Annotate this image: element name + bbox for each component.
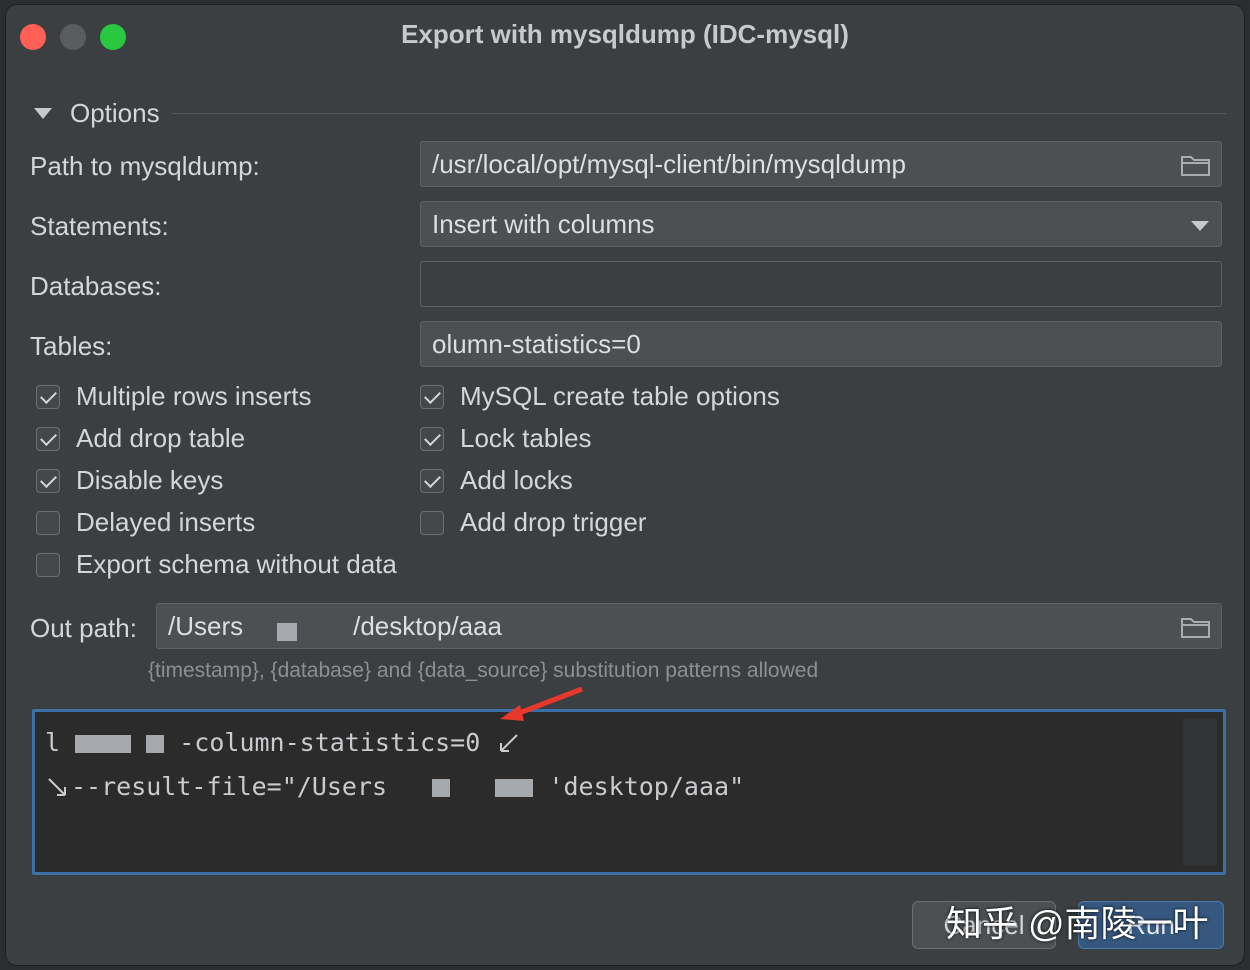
checkbox-label: Export schema without data: [76, 549, 397, 580]
checkbox-box[interactable]: [420, 469, 444, 493]
tables-field[interactable]: olumn-statistics=0: [420, 321, 1222, 367]
watermark: 知乎 @南陵一叶: [946, 895, 1209, 947]
title-bar[interactable]: Export with mysqldump (IDC-mysql): [6, 5, 1244, 61]
section-divider: [172, 113, 1226, 114]
checkbox-box[interactable]: [420, 385, 444, 409]
checkbox-add-locks[interactable]: Add locks: [420, 465, 573, 496]
checkbox-lock-tables[interactable]: Lock tables: [420, 423, 592, 454]
tables-label: Tables:: [30, 331, 112, 362]
wrap-arrow-icon: [45, 775, 71, 801]
statements-label: Statements:: [30, 211, 169, 242]
checkbox-box[interactable]: [420, 427, 444, 451]
out-path-prefix: /Users: [168, 611, 243, 641]
databases-field[interactable]: [420, 261, 1222, 307]
command-line-2-suffix: 'desktop/aaa": [548, 772, 744, 801]
out-path-suffix: /desktop/aaa: [353, 611, 502, 641]
checkbox-box[interactable]: [36, 385, 60, 409]
checkbox-export-schema-without-data[interactable]: Export schema without data: [36, 549, 397, 580]
command-line-2-text: --result-file="/Users: [71, 772, 387, 801]
redacted-text: [75, 735, 131, 753]
wrap-arrow-icon: [495, 731, 521, 757]
redacted-text: [495, 779, 533, 797]
statements-select[interactable]: Insert with columns: [420, 201, 1222, 247]
checkbox-delayed-inserts[interactable]: Delayed inserts: [36, 507, 255, 538]
redacted-text: [432, 779, 450, 797]
checkbox-add-drop-trigger[interactable]: Add drop trigger: [420, 507, 646, 538]
checkbox-multiple-rows-inserts[interactable]: Multiple rows inserts: [36, 381, 312, 412]
options-label: Options: [70, 98, 160, 129]
redacted-text: [146, 735, 164, 753]
checkbox-box[interactable]: [36, 511, 60, 535]
checkbox-box[interactable]: [36, 427, 60, 451]
path-label: Path to mysqldump:: [30, 151, 260, 182]
checkbox-mysql-create-table-options[interactable]: MySQL create table options: [420, 381, 780, 412]
checkbox-label: Add drop trigger: [460, 507, 646, 538]
checkbox-add-drop-table[interactable]: Add drop table: [36, 423, 245, 454]
out-path-hint: {timestamp}, {database} and {data_source…: [148, 659, 818, 683]
chevron-down-icon[interactable]: [1191, 221, 1209, 231]
checkbox-label: Add drop table: [76, 423, 245, 454]
redacted-username: [243, 608, 353, 648]
databases-label: Databases:: [30, 271, 162, 302]
collapse-triangle-icon[interactable]: [34, 108, 52, 119]
command-line-1-text: -column-statistics=0: [164, 728, 480, 757]
checkbox-label: Delayed inserts: [76, 507, 255, 538]
annotation-arrow-icon: [496, 685, 592, 725]
checkbox-label: Lock tables: [460, 423, 592, 454]
mysqldump-path-value: /usr/local/opt/mysql-client/bin/mysqldum…: [432, 149, 906, 179]
scrollbar[interactable]: [1183, 718, 1217, 866]
window-title: Export with mysqldump (IDC-mysql): [6, 19, 1244, 50]
checkbox-label: Disable keys: [76, 465, 223, 496]
mysqldump-path-field[interactable]: /usr/local/opt/mysql-client/bin/mysqldum…: [420, 141, 1222, 187]
folder-icon[interactable]: [1181, 616, 1211, 638]
checkbox-box[interactable]: [36, 553, 60, 577]
out-path-label: Out path:: [30, 613, 137, 644]
command-line-1: l -column-statistics=0: [45, 728, 521, 757]
checkbox-box[interactable]: [36, 469, 60, 493]
command-preview[interactable]: l -column-statistics=0 --result-file="/U…: [32, 709, 1226, 875]
export-dialog: Export with mysqldump (IDC-mysql) Option…: [5, 4, 1245, 966]
command-line-2: --result-file="/Users 'desktop/aaa": [45, 772, 744, 801]
checkbox-label: Multiple rows inserts: [76, 381, 312, 412]
checkbox-box[interactable]: [420, 511, 444, 535]
command-line-1-prefix: l: [45, 728, 60, 757]
statements-selected-value: Insert with columns: [432, 209, 655, 239]
options-section-header[interactable]: Options: [34, 93, 1226, 133]
out-path-field[interactable]: /Users/desktop/aaa: [156, 603, 1222, 649]
checkbox-disable-keys[interactable]: Disable keys: [36, 465, 223, 496]
checkbox-label: MySQL create table options: [460, 381, 780, 412]
tables-value: olumn-statistics=0: [432, 329, 641, 359]
checkbox-label: Add locks: [460, 465, 573, 496]
folder-icon[interactable]: [1181, 154, 1211, 176]
